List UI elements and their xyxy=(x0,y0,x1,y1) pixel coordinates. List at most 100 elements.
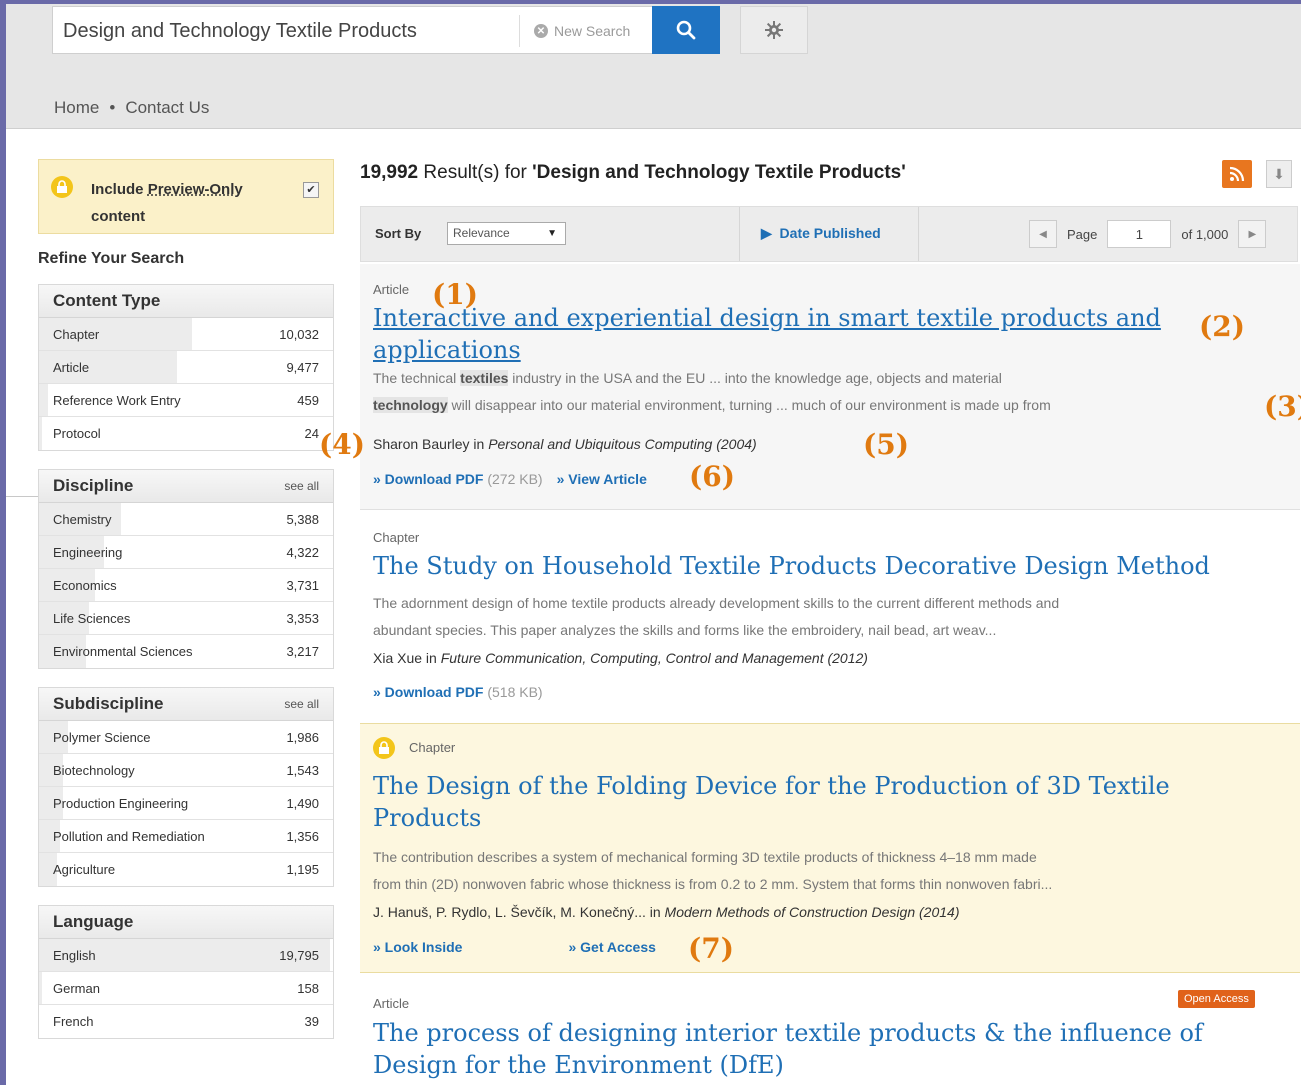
content-type-label: Article xyxy=(373,996,410,1011)
rss-button[interactable] xyxy=(1222,160,1252,188)
clear-icon: ✕ xyxy=(534,24,548,38)
preview-only-label: Include Preview-Only content xyxy=(91,181,243,225)
result-links: » Download PDF (518 KB) xyxy=(373,684,543,700)
settings-button[interactable] xyxy=(740,6,808,54)
facet-header: Content Type xyxy=(39,285,333,318)
caret-down-icon: ▼ xyxy=(547,228,557,239)
facet-row[interactable]: German 158 xyxy=(39,972,333,1005)
facet-header: Discipline see all xyxy=(39,470,333,503)
facet-header: Subdiscipline see all xyxy=(39,688,333,721)
result-snippet: The contribution describes a system of m… xyxy=(373,849,1053,892)
see-all-link[interactable]: see all xyxy=(284,479,319,493)
gear-icon xyxy=(765,21,783,39)
divider xyxy=(739,207,740,261)
lock-icon xyxy=(373,737,395,759)
facet-content-type: Content Type Chapter 10,032 Article 9,477 … xyxy=(38,284,334,451)
result-item: Article Open Access The process of desig… xyxy=(360,978,1300,1088)
result-title-link[interactable]: The Study on Household Textile Products … xyxy=(373,550,1243,582)
result-links: » Look Inside » Get Access xyxy=(373,939,656,955)
facet-count-bar xyxy=(39,384,48,416)
divider xyxy=(918,207,919,261)
next-page-button[interactable]: ▶ xyxy=(1238,220,1267,248)
annotation-label: (3) xyxy=(1264,390,1301,423)
result-item: Chapter The Design of the Folding Device… xyxy=(360,723,1300,973)
facet-row[interactable]: Chapter 10,032 xyxy=(39,318,333,351)
content-type-label: Chapter xyxy=(409,740,456,755)
lock-icon xyxy=(51,176,73,198)
facet-row[interactable]: Biotechnology 1,543 xyxy=(39,754,333,787)
annotation-label: (5) xyxy=(863,428,909,461)
nav-contact-link[interactable]: Contact Us xyxy=(125,98,209,118)
annotation-label: (2) xyxy=(1199,310,1245,343)
result-source: Modern Methods of Construction Design (2… xyxy=(664,904,960,920)
page-total: of 1,000 xyxy=(1181,226,1229,242)
search-input[interactable] xyxy=(61,17,515,45)
date-published-toggle[interactable]: ▶ Date Published xyxy=(761,225,881,242)
annotation-label: (4) xyxy=(319,428,365,461)
new-search-label: New Search xyxy=(554,23,631,39)
preview-only-link[interactable]: Preview-Only xyxy=(148,181,243,198)
get-access-link[interactable]: » Get Access xyxy=(568,939,655,955)
refine-title: Refine Your Search xyxy=(38,250,185,267)
annotation-label: (6) xyxy=(689,460,735,493)
result-title-link[interactable]: Interactive and experiential design in s… xyxy=(373,302,1243,366)
facet-row[interactable]: Engineering 4,322 xyxy=(39,536,333,569)
result-snippet: The technical textiles industry in the U… xyxy=(373,370,1051,413)
facet-title: Discipline xyxy=(53,476,134,495)
facet-row[interactable]: French 39 xyxy=(39,1005,333,1038)
nav-home-link[interactable]: Home xyxy=(54,98,99,118)
sidebar: Include Preview-Only content ✔ Refine Yo… xyxy=(38,159,334,1057)
result-title-link[interactable]: The process of designing interior textil… xyxy=(373,1017,1243,1081)
content-type-label: Article xyxy=(373,282,410,297)
new-search-button[interactable]: ✕ New Search xyxy=(519,15,652,47)
preview-only-checkbox[interactable]: ✔ xyxy=(303,182,319,198)
facet-count-bar xyxy=(39,417,42,450)
download-pdf-link[interactable]: » Download PDF xyxy=(373,684,483,700)
facet-count-bar xyxy=(39,972,42,1004)
annotation-label: (7) xyxy=(688,932,734,965)
facet-row[interactable]: Economics 3,731 xyxy=(39,569,333,602)
preview-only-toggle[interactable]: Include Preview-Only content ✔ xyxy=(38,159,334,234)
download-icon: ⬇ xyxy=(1273,165,1285,182)
facet-discipline: Discipline see all Chemistry 5,388 Engine… xyxy=(38,469,334,669)
facet-subdiscipline: Subdiscipline see all Polymer Science 1,9… xyxy=(38,687,334,887)
result-links: » Download PDF (272 KB) » View Article xyxy=(373,471,647,487)
annotation-label: (1) xyxy=(432,278,478,311)
see-all-link[interactable]: see all xyxy=(284,697,319,711)
content-type-label: Chapter xyxy=(373,530,420,545)
download-button[interactable]: ⬇ xyxy=(1266,160,1292,188)
facet-row[interactable]: Life Sciences 3,353 xyxy=(39,602,333,635)
sort-by-label: Sort By xyxy=(375,226,422,241)
search-icon xyxy=(676,20,696,40)
view-article-link[interactable]: » View Article xyxy=(557,471,647,487)
facet-row[interactable]: Article 9,477 xyxy=(39,351,333,384)
search-button[interactable] xyxy=(652,6,720,54)
sort-bar: Sort By Relevance ▼ ▶ Date Published ◀ Pa… xyxy=(360,206,1298,262)
results-count: 19,992 Result(s) for 'Design and Technol… xyxy=(360,162,906,183)
facet-row[interactable]: Agriculture 1,195 xyxy=(39,853,333,886)
facet-header: Language xyxy=(39,906,333,939)
facet-row[interactable]: Chemistry 5,388 xyxy=(39,503,333,536)
facet-title: Content Type xyxy=(53,291,161,310)
facet-row[interactable]: Production Engineering 1,490 xyxy=(39,787,333,820)
results-header: 19,992 Result(s) for 'Design and Technol… xyxy=(360,150,1300,194)
facet-row[interactable]: Polymer Science 1,986 xyxy=(39,721,333,754)
look-inside-link[interactable]: » Look Inside xyxy=(373,939,462,955)
header: ✕ New Search Home • Contact Us xyxy=(6,4,1301,129)
results-panel: 19,992 Result(s) for 'Design and Technol… xyxy=(360,150,1300,1079)
facet-row[interactable]: Pollution and Remediation 1,356 xyxy=(39,820,333,853)
window-frame-left xyxy=(0,0,6,1085)
page-input[interactable] xyxy=(1107,220,1172,248)
result-title-link[interactable]: The Design of the Folding Device for the… xyxy=(373,770,1243,834)
nav-separator: • xyxy=(109,98,116,117)
facet-row[interactable]: Reference Work Entry 459 xyxy=(39,384,333,417)
facet-row[interactable]: Protocol 24 xyxy=(39,417,333,450)
facet-title: Subdiscipline xyxy=(53,694,164,713)
result-source: Personal and Ubiquitous Computing (2004) xyxy=(488,436,757,452)
prev-page-button[interactable]: ◀ xyxy=(1029,220,1057,248)
sort-select[interactable]: Relevance ▼ xyxy=(447,222,566,245)
result-item: Article Interactive and experiential des… xyxy=(360,264,1300,510)
facet-row[interactable]: English 19,795 xyxy=(39,939,333,972)
download-pdf-link[interactable]: » Download PDF xyxy=(373,471,483,487)
facet-row[interactable]: Environmental Sciences 3,217 xyxy=(39,635,333,668)
